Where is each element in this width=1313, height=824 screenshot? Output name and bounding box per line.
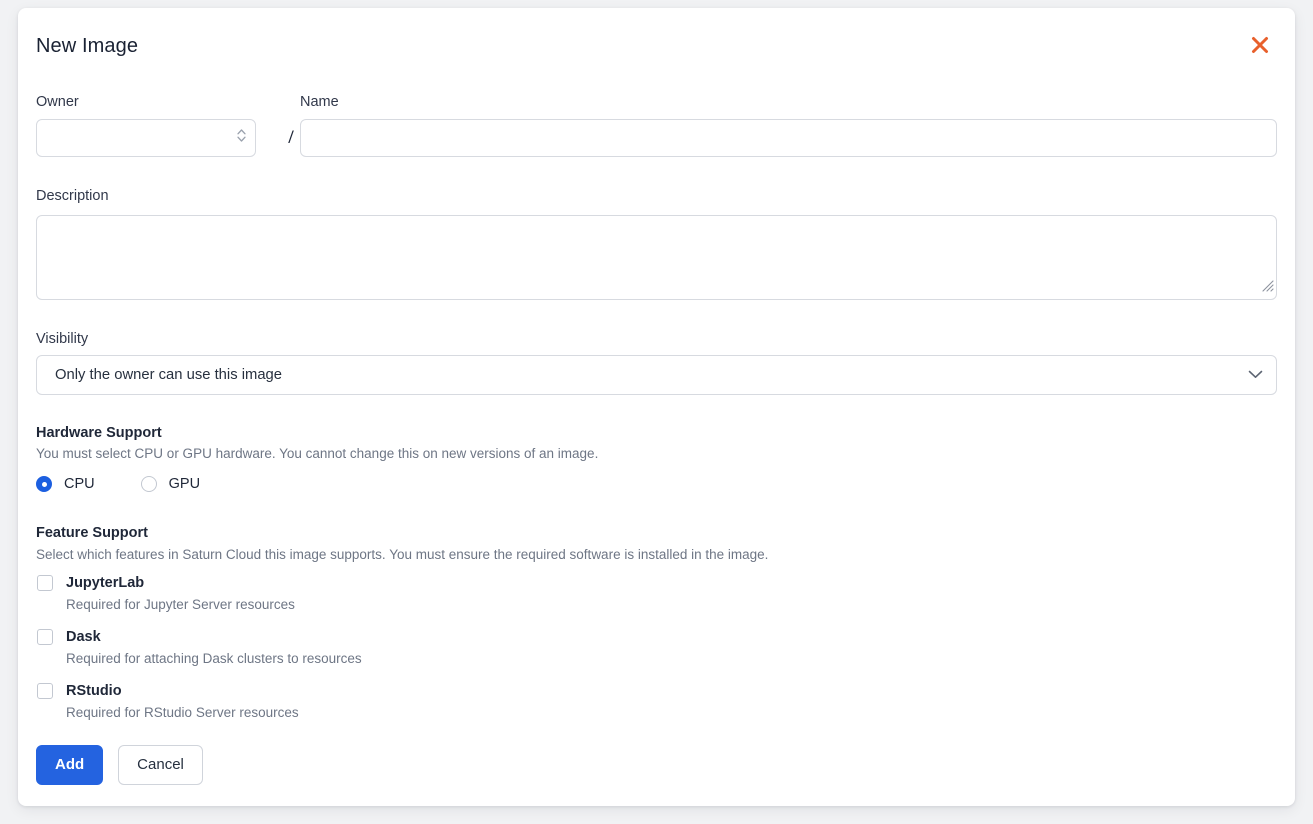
checkbox-rstudio[interactable] <box>37 683 53 699</box>
hardware-option-cpu-label: CPU <box>64 474 95 494</box>
close-button[interactable] <box>1243 28 1277 62</box>
feature-item-dask-label: Dask <box>66 627 1277 648</box>
description-label: Description <box>36 186 109 206</box>
hardware-radio-group: CPU GPU <box>36 474 200 494</box>
new-image-dialog: New Image Owner <box>18 8 1295 806</box>
feature-item-jupyterlab-label: JupyterLab <box>66 573 1277 594</box>
feature-item-rstudio: RStudio Required for RStudio Server reso… <box>36 681 1277 723</box>
page-background: New Image Owner <box>0 0 1313 824</box>
hardware-option-cpu[interactable]: CPU <box>36 474 95 494</box>
name-input[interactable] <box>300 119 1277 157</box>
visibility-label: Visibility <box>36 329 88 349</box>
checkbox-dask[interactable] <box>37 629 53 645</box>
description-field <box>36 215 1277 300</box>
feature-item-jupyterlab: JupyterLab Required for Jupyter Server r… <box>36 573 1277 615</box>
dialog-header: New Image <box>36 32 1277 70</box>
feature-item-jupyterlab-description: Required for Jupyter Server resources <box>66 595 1277 615</box>
cancel-button[interactable]: Cancel <box>118 745 203 785</box>
owner-field <box>36 119 256 157</box>
name-field <box>300 119 1277 157</box>
name-label: Name <box>300 92 339 112</box>
page-title: New Image <box>36 32 138 60</box>
feature-item-rstudio-label: RStudio <box>66 681 1277 702</box>
owner-name-separator: / <box>281 119 301 157</box>
feature-support-helper: Select which features in Saturn Cloud th… <box>36 545 768 564</box>
add-button[interactable]: Add <box>36 745 103 785</box>
feature-item-dask: Dask Required for attaching Dask cluster… <box>36 627 1277 669</box>
hardware-support-helper: You must select CPU or GPU hardware. You… <box>36 444 598 463</box>
visibility-field: Only the owner can use this image <box>36 355 1277 395</box>
feature-item-rstudio-description: Required for RStudio Server resources <box>66 703 1277 723</box>
hardware-option-gpu[interactable]: GPU <box>141 474 200 494</box>
owner-select[interactable] <box>36 119 256 157</box>
close-icon <box>1249 34 1271 56</box>
checkbox-jupyterlab[interactable] <box>37 575 53 591</box>
dialog-actions: Add Cancel <box>36 745 203 785</box>
radio-cpu-indicator[interactable] <box>36 476 52 492</box>
description-textarea[interactable] <box>36 215 1277 300</box>
feature-checkbox-group: JupyterLab Required for Jupyter Server r… <box>36 573 1277 723</box>
hardware-option-gpu-label: GPU <box>169 474 200 494</box>
feature-support-heading: Feature Support <box>36 523 148 543</box>
owner-label: Owner <box>36 92 79 112</box>
feature-item-dask-description: Required for attaching Dask clusters to … <box>66 649 1277 669</box>
hardware-support-heading: Hardware Support <box>36 423 162 443</box>
radio-gpu-indicator[interactable] <box>141 476 157 492</box>
visibility-select[interactable]: Only the owner can use this image <box>36 355 1277 395</box>
